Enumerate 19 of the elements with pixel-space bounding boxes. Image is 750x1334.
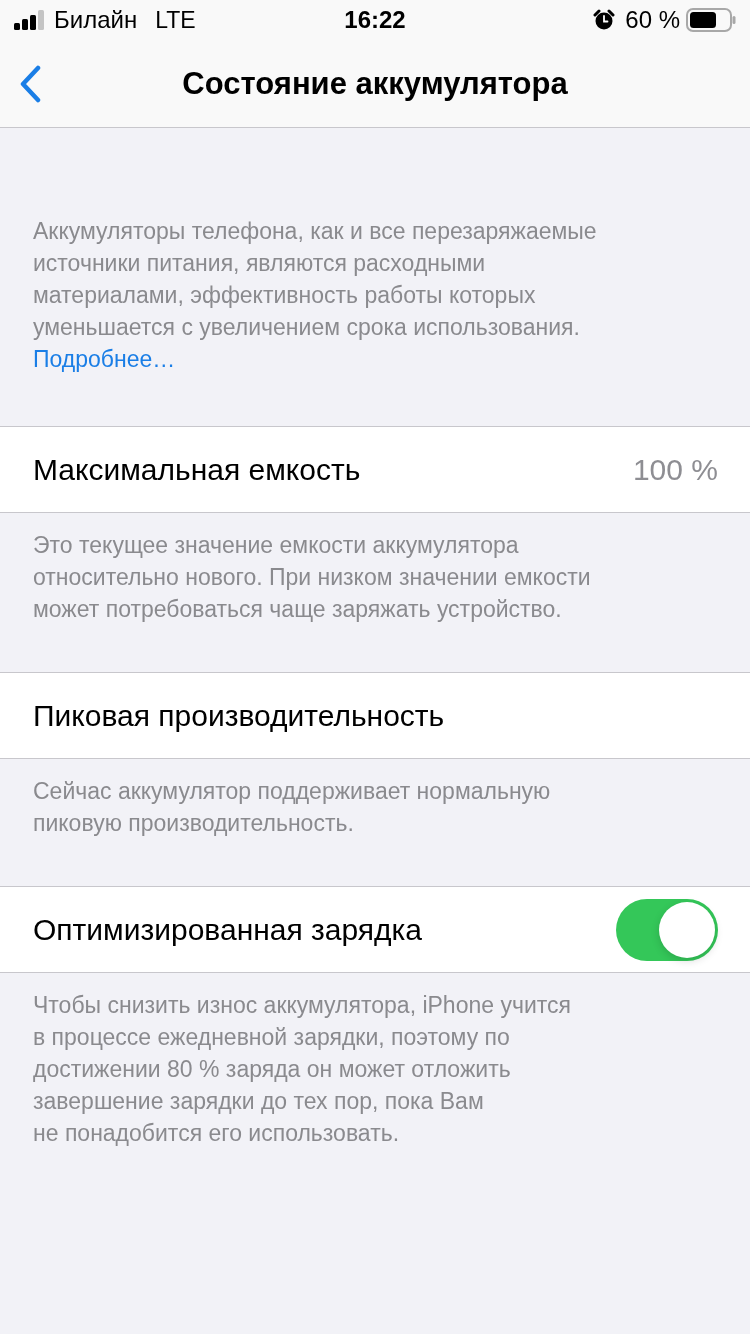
- row-value: 100 %: [632, 454, 718, 485]
- battery-percent: 60 %: [625, 8, 680, 32]
- nav-title: Состояние аккумулятора: [182, 68, 568, 99]
- battery-icon: [686, 8, 736, 32]
- footer-text: Чтобы снизить износ аккумулятора, iPhone учится в процессе ежедневной зарядки, поэтому по достижении 80 % заряда он может отложить завершение зарядки до тех пор, пока Вам не понадобится его использовать.: [33, 991, 572, 1148]
- chevron-left-icon: [19, 64, 41, 103]
- footer-text: Сейчас аккумулятор поддерживает нормальную пиковую производительность.: [33, 777, 552, 838]
- footer-text: Это текущее значение емкости аккумулятора относительно нового. При низком значении емкости может потребоваться чаще заряжать устройство.: [33, 531, 592, 624]
- alarm-clock-icon: [593, 9, 616, 31]
- row-label: Пиковая производительность: [33, 700, 445, 731]
- more-link[interactable]: Подробнее…: [33, 343, 176, 375]
- row-label: Максимальная емкость: [33, 454, 361, 485]
- signal-bars-icon: [14, 10, 46, 30]
- network-type: LTE: [155, 8, 196, 32]
- carrier-name: Билайн: [54, 8, 138, 32]
- intro-text: Аккумуляторы телефона, как и все перезаряжаемые источники питания, являются расходными материалами, эффективность работы которых уменьшается с увеличением срока использования.: [33, 217, 598, 342]
- toggle-switch[interactable]: [616, 898, 718, 961]
- row-label: Оптимизированная зарядка: [33, 914, 423, 945]
- status-time: 16:22: [344, 8, 406, 32]
